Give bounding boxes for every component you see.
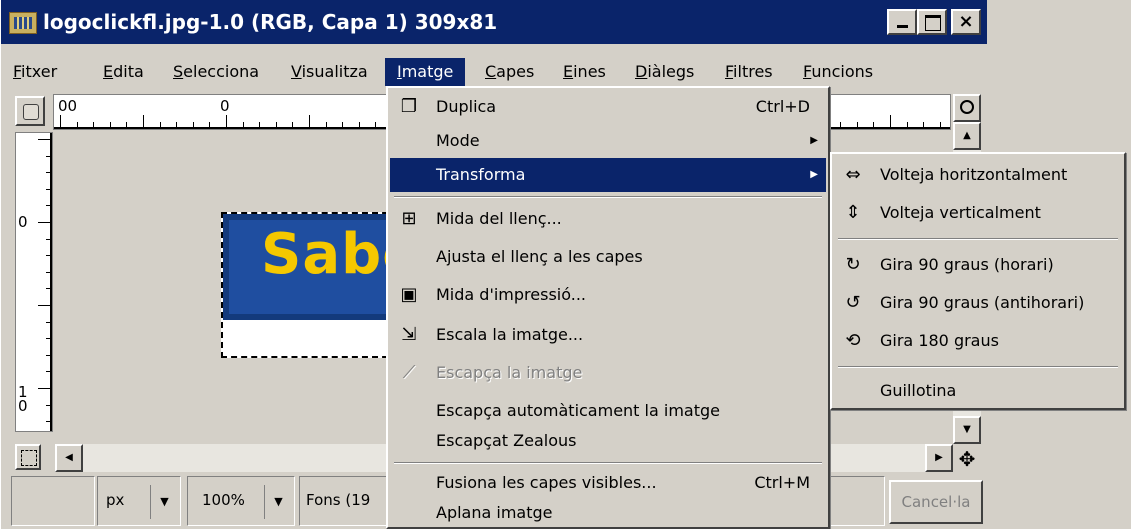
zoom-icon[interactable] — [953, 94, 981, 122]
menu-item-aplana-imatge[interactable]: Aplana imatge — [390, 496, 826, 529]
quick-mask-button[interactable] — [15, 444, 41, 470]
menu-item-mode[interactable]: Mode ▶ — [390, 124, 826, 158]
ruler-label: 1 0 — [18, 383, 28, 415]
chevron-down-icon[interactable]: ▼ — [150, 485, 178, 519]
status-text: Fons (19 — [306, 491, 371, 509]
menu-item-escapca-imatge: ⟋ Escapça la imatge — [390, 356, 826, 390]
menu-dialegs[interactable]: Diàlegs — [635, 58, 694, 86]
duplicate-icon: ❐ — [400, 96, 418, 117]
transforma-submenu: ⇔ Volteja horitzontalment ⇕ Volteja vert… — [830, 152, 1126, 410]
menu-item-fusiona-capes[interactable]: Fusiona les capes visibles... Ctrl+M — [390, 466, 826, 500]
menu-item-escapca-auto[interactable]: Escapça automàticament la imatge — [390, 394, 826, 428]
menu-item-gira-horari[interactable]: ↻ Gira 90 graus (horari) — [834, 248, 1122, 282]
gimp-image-icon — [9, 12, 37, 34]
menu-item-duplica[interactable]: ❐ Duplica Ctrl+D — [390, 90, 826, 124]
scroll-right-icon[interactable]: ▶ — [925, 444, 953, 472]
window-title: logoclickfl.jpg-1.0 (RGB, Capa 1) 309x81 — [43, 10, 498, 34]
print-size-icon: ▣ — [400, 284, 418, 305]
pointer-coordinates — [11, 476, 95, 526]
submenu-arrow-icon: ▶ — [810, 135, 818, 146]
menu-filtres[interactable]: Filtres — [725, 58, 773, 86]
rotate-ccw-icon: ↺ — [845, 292, 861, 313]
zoom-value: 100% — [202, 491, 245, 509]
scroll-up-icon[interactable]: ▲ — [953, 122, 981, 150]
rotate-cw-icon: ↻ — [845, 254, 861, 275]
zoom-select[interactable]: 100% ▼ — [187, 476, 295, 526]
menu-item-guillotina[interactable]: Guillotina — [834, 374, 1122, 408]
scale-image-icon: ⇲ — [401, 324, 417, 345]
menu-visualitza[interactable]: Visualitza — [291, 58, 368, 86]
scroll-left-icon[interactable]: ◀ — [55, 444, 83, 472]
menu-item-volteja-vertical[interactable]: ⇕ Volteja verticalment — [834, 196, 1122, 230]
menu-item-ajusta-llenc[interactable]: Ajusta el llenç a les capes — [390, 240, 826, 274]
menu-edita[interactable]: Edita — [103, 58, 144, 86]
menu-item-transforma[interactable]: Transforma ▶ — [390, 158, 826, 192]
menu-arrow-button[interactable] — [15, 96, 45, 126]
crop-icon: ⟋ — [402, 362, 416, 383]
submenu-arrow-icon: ▶ — [810, 169, 818, 180]
menu-selecciona[interactable]: Selecciona — [173, 58, 259, 86]
close-button[interactable]: × — [951, 9, 981, 35]
menu-funcions[interactable]: Funcions — [803, 58, 873, 86]
cancel-button[interactable]: Cancel·la — [889, 480, 983, 524]
navigate-icon[interactable]: ✥ — [953, 446, 981, 474]
menu-capes[interactable]: Capes — [485, 58, 534, 86]
menu-item-escapcat-zealous[interactable]: Escapçat Zealous — [390, 424, 826, 458]
ruler-label: 00 — [58, 97, 78, 115]
menu-item-mida-llenc[interactable]: ⊞ Mida del llenç... — [390, 202, 826, 236]
canvas-size-icon: ⊞ — [401, 208, 417, 229]
unit-value: px — [106, 491, 125, 509]
maximize-button[interactable] — [917, 9, 947, 35]
chevron-down-icon[interactable]: ▼ — [264, 485, 292, 519]
menu-item-volteja-horitzontal[interactable]: ⇔ Volteja horitzontalment — [834, 158, 1122, 192]
menu-item-gira-antihorari[interactable]: ↺ Gira 90 graus (antihorari) — [834, 286, 1122, 320]
ruler-label: 0 — [220, 97, 230, 115]
flip-vertical-icon: ⇕ — [845, 202, 861, 223]
imatge-menu: ❐ Duplica Ctrl+D Mode ▶ Transforma ▶ ⊞ M… — [386, 86, 830, 529]
menu-item-mida-impressio[interactable]: ▣ Mida d'impressió... — [390, 278, 826, 312]
title-bar[interactable]: logoclickfl.jpg-1.0 (RGB, Capa 1) 309x81… — [1, 0, 987, 44]
flip-horizontal-icon: ⇔ — [845, 164, 861, 185]
close-icon: × — [958, 11, 974, 32]
menu-eines[interactable]: Eines — [563, 58, 606, 86]
menu-fitxer[interactable]: Fitxer — [13, 58, 57, 86]
minimize-button[interactable] — [887, 9, 917, 35]
menu-imatge[interactable]: Imatge — [385, 58, 466, 86]
rotate-180-icon: ⟲ — [845, 330, 861, 351]
scroll-down-icon[interactable]: ▼ — [953, 416, 981, 444]
ruler-label: 0 — [18, 213, 28, 231]
unit-select[interactable]: px ▼ — [97, 476, 181, 526]
menu-item-escala-imatge[interactable]: ⇲ Escala la imatge... — [390, 318, 826, 352]
menu-item-gira-180[interactable]: ⟲ Gira 180 graus — [834, 324, 1122, 358]
menu-bar: Fitxer Edita Selecciona Visualitza Imatg… — [1, 54, 987, 86]
vertical-ruler[interactable]: 0 1 0 — [15, 132, 53, 432]
